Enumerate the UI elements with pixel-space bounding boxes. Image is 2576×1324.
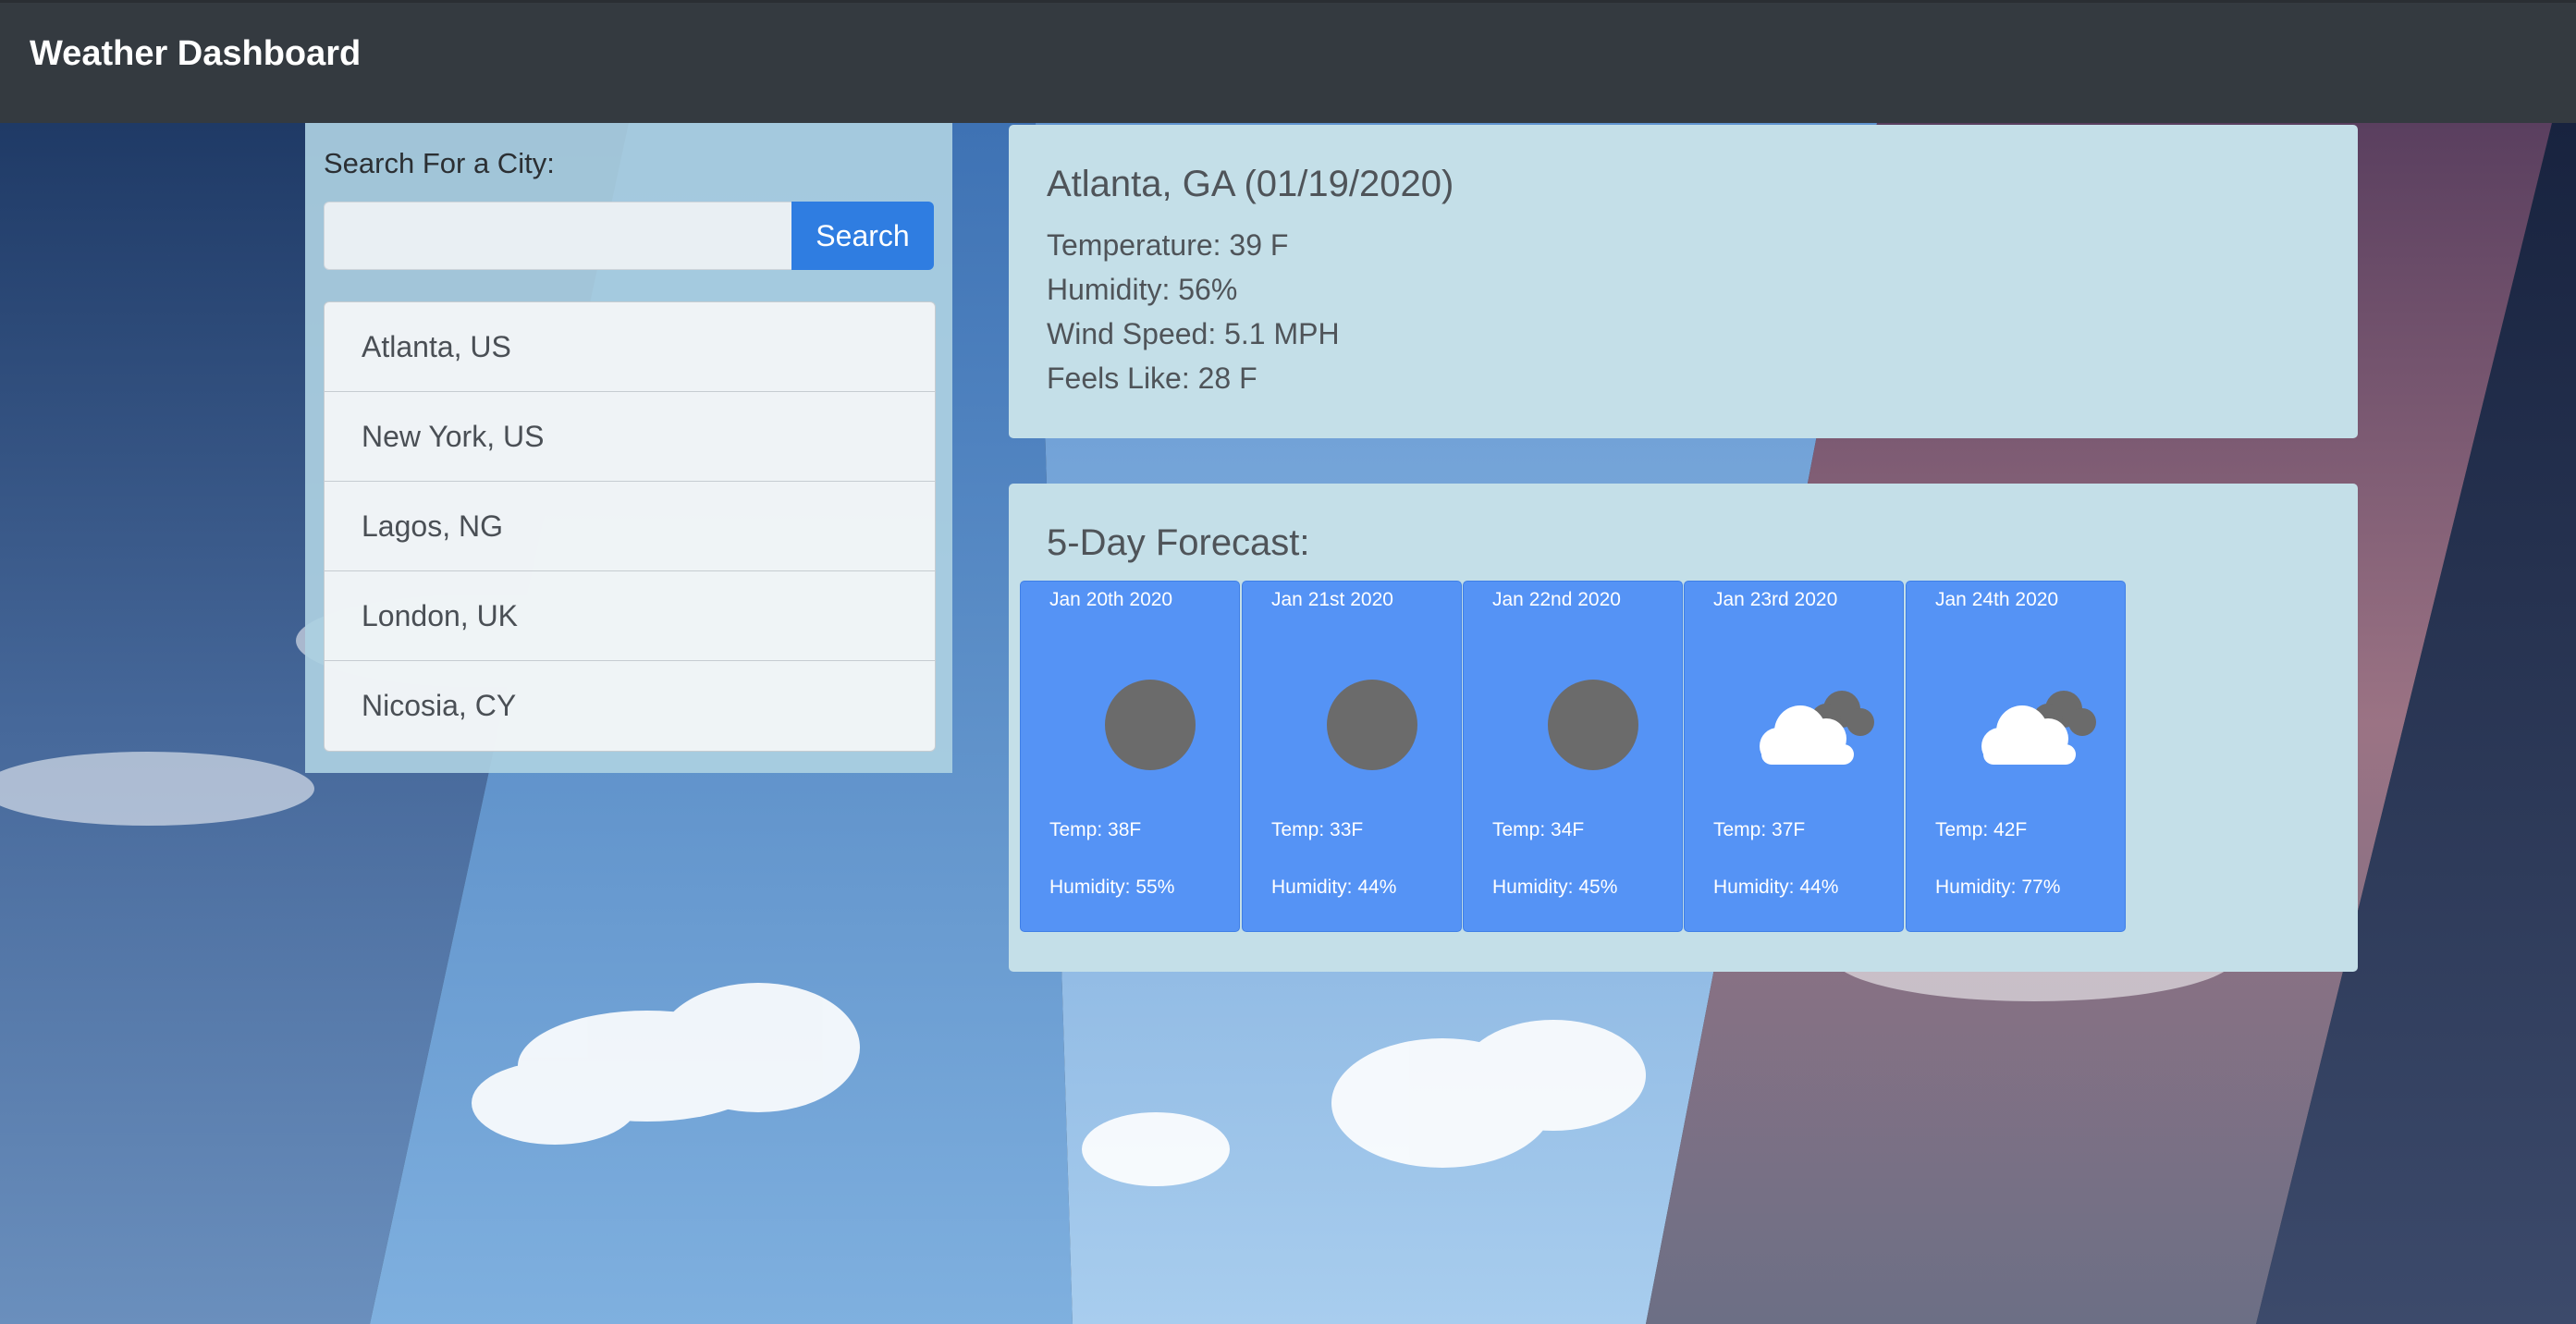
city-item-lagos[interactable]: Lagos, NG bbox=[325, 482, 935, 571]
forecast-humidity: Humidity: 44% bbox=[1271, 877, 1397, 898]
forecast-day-card: Jan 24th 2020 Temp: 42F Humidity: 77% bbox=[1906, 581, 2126, 932]
city-item-atlanta[interactable]: Atlanta, US bbox=[325, 302, 935, 392]
forecast-temp: Temp: 42F bbox=[1935, 819, 2028, 840]
forecast-title: 5-Day Forecast: bbox=[1047, 522, 1310, 563]
search-panel: Search For a City: Search Atlanta, US Ne… bbox=[305, 123, 952, 773]
forecast-section: 5-Day Forecast: Jan 20th 2020 Temp: 38F … bbox=[1009, 484, 2358, 972]
forecast-temp: Temp: 38F bbox=[1049, 819, 1142, 840]
cloud-icon bbox=[1760, 691, 1874, 765]
forecast-temp: Temp: 33F bbox=[1271, 819, 1364, 840]
current-humidity: Humidity: 56% bbox=[1047, 273, 1238, 306]
cloud-icon bbox=[1981, 691, 2096, 765]
city-item-london[interactable]: London, UK bbox=[325, 571, 935, 661]
forecast-temp: Temp: 34F bbox=[1492, 819, 1585, 840]
forecast-day-card: Jan 23rd 2020 Temp: 37F Humidity: 44% bbox=[1684, 581, 1904, 932]
circle-icon bbox=[1327, 680, 1417, 770]
forecast-day-card: Jan 22nd 2020 Temp: 34F Humidity: 45% bbox=[1463, 581, 1683, 932]
city-item-nicosia[interactable]: Nicosia, CY bbox=[325, 661, 935, 751]
forecast-humidity: Humidity: 55% bbox=[1049, 877, 1175, 898]
current-weather-card: Atlanta, GA (01/19/2020) Temperature: 39… bbox=[1009, 125, 2358, 438]
current-city-title: Atlanta, GA (01/19/2020) bbox=[1047, 164, 1454, 204]
forecast-humidity: Humidity: 77% bbox=[1935, 877, 2061, 898]
forecast-day-card: Jan 20th 2020 Temp: 38F Humidity: 55% bbox=[1020, 581, 1240, 932]
forecast-date: Jan 21st 2020 bbox=[1271, 589, 1393, 610]
forecast-date: Jan 20th 2020 bbox=[1049, 589, 1173, 610]
circle-icon bbox=[1105, 680, 1196, 770]
circle-icon bbox=[1548, 680, 1638, 770]
city-item-new-york[interactable]: New York, US bbox=[325, 392, 935, 482]
forecast-date: Jan 22nd 2020 bbox=[1492, 589, 1621, 610]
search-label: Search For a City: bbox=[324, 147, 555, 179]
current-wind-speed: Wind Speed: 5.1 MPH bbox=[1047, 317, 1340, 350]
current-feels-like: Feels Like: 28 F bbox=[1047, 362, 1257, 395]
forecast-day-card: Jan 21st 2020 Temp: 33F Humidity: 44% bbox=[1242, 581, 1462, 932]
forecast-date: Jan 24th 2020 bbox=[1935, 589, 2059, 610]
navbar: Weather Dashboard bbox=[0, 0, 2576, 123]
search-button[interactable]: Search bbox=[791, 202, 934, 270]
current-temperature: Temperature: 39 F bbox=[1047, 228, 1289, 262]
search-history-list: Atlanta, US New York, US Lagos, NG Londo… bbox=[324, 301, 936, 752]
forecast-date: Jan 23rd 2020 bbox=[1713, 589, 1838, 610]
forecast-humidity: Humidity: 44% bbox=[1713, 877, 1839, 898]
forecast-humidity: Humidity: 45% bbox=[1492, 877, 1618, 898]
app-title[interactable]: Weather Dashboard bbox=[30, 34, 361, 74]
search-input[interactable] bbox=[324, 202, 791, 270]
forecast-temp: Temp: 37F bbox=[1713, 819, 1806, 840]
